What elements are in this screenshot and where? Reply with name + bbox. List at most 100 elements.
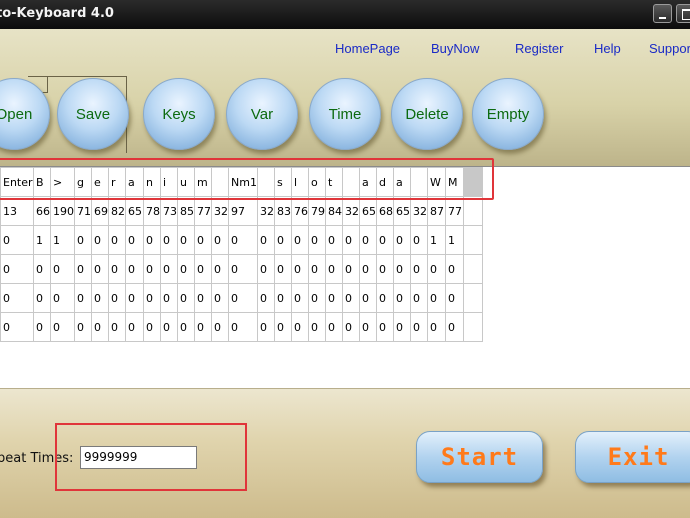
grid-cell[interactable]: 0	[273, 283, 292, 313]
grid-cell[interactable]: 1	[33, 225, 51, 255]
grid-cell[interactable]: 0	[409, 254, 428, 284]
grid-cell[interactable]: 0	[341, 225, 360, 255]
grid-cell[interactable]: 0	[194, 225, 212, 255]
grid-cell[interactable]: 0	[160, 312, 178, 342]
grid-cell[interactable]: 65	[392, 196, 411, 226]
grid-cell[interactable]: 0	[256, 254, 275, 284]
grid-cell[interactable]: 0	[290, 283, 309, 313]
grid-cell[interactable]: 77	[444, 196, 464, 226]
nav-link-help[interactable]: Help	[594, 41, 621, 56]
grid-cell[interactable]: 65	[358, 196, 377, 226]
grid-cell[interactable]: 0	[307, 225, 326, 255]
exit-button[interactable]: Exit	[575, 431, 690, 483]
grid-cell[interactable]: 0	[426, 254, 446, 284]
grid-cell[interactable]: 0	[228, 283, 258, 313]
keys-button[interactable]: Keys	[143, 78, 215, 150]
grid-cell[interactable]: 0	[125, 225, 144, 255]
grid-cell[interactable]: 0	[392, 254, 411, 284]
grid-cell[interactable]: 32	[211, 196, 229, 226]
grid-cell[interactable]: 0	[211, 283, 229, 313]
grid-cell[interactable]: 0	[324, 254, 343, 284]
grid-cell[interactable]: 87	[426, 196, 446, 226]
grid-cell[interactable]: 0	[125, 254, 144, 284]
grid-cell[interactable]: 0	[228, 225, 258, 255]
grid-cell[interactable]: 0	[409, 225, 428, 255]
grid-cell[interactable]: 32	[256, 196, 275, 226]
time-button[interactable]: Time	[309, 78, 381, 150]
grid-cell[interactable]: 0	[0, 283, 34, 313]
grid-cell[interactable]: 0	[108, 283, 126, 313]
grid-cell[interactable]: 0	[375, 312, 394, 342]
nav-link-buynow[interactable]: BuyNow	[431, 41, 479, 56]
grid-cell[interactable]: 0	[50, 312, 75, 342]
grid-cell[interactable]: 0	[194, 254, 212, 284]
grid-cell[interactable]: 0	[409, 283, 428, 313]
grid-cell[interactable]: 0	[143, 283, 161, 313]
grid-cell[interactable]: 0	[358, 225, 377, 255]
grid-cell[interactable]: 0	[273, 225, 292, 255]
grid-cell[interactable]: 0	[256, 312, 275, 342]
grid-cell[interactable]: 0	[177, 312, 195, 342]
table-row[interactable]: 13 66 190 71 69 82 65 78 73 85 77 32 97 32 83 76 79 84 32 6…	[0, 196, 483, 226]
grid-cell[interactable]: 0	[341, 312, 360, 342]
grid-cell[interactable]: 71	[74, 196, 92, 226]
grid-cell[interactable]: 69	[91, 196, 109, 226]
grid-cell[interactable]: 0	[444, 283, 464, 313]
grid-cell[interactable]: 0	[358, 312, 377, 342]
grid-cell[interactable]: 0	[341, 254, 360, 284]
table-row[interactable]: 0110000000000000000000011	[0, 225, 483, 255]
key-grid[interactable]: Enter B > g e r a n i u m Nm1 s l o t a d a W M 13 66 190 71 69 82…	[0, 158, 690, 388]
grid-cell[interactable]: 0	[74, 225, 92, 255]
grid-cell[interactable]: 78	[143, 196, 161, 226]
grid-cell[interactable]: 0	[0, 225, 34, 255]
grid-cell[interactable]: 0	[143, 312, 161, 342]
grid-cell[interactable]: 0	[91, 225, 109, 255]
grid-cell[interactable]: 0	[375, 254, 394, 284]
grid-cell[interactable]: 0	[194, 312, 212, 342]
grid-cell[interactable]: 0	[211, 254, 229, 284]
grid-cell[interactable]: 77	[194, 196, 212, 226]
grid-cell[interactable]: 0	[160, 225, 178, 255]
grid-cell[interactable]: 0	[324, 283, 343, 313]
grid-cell[interactable]: 1	[50, 225, 75, 255]
nav-link-support[interactable]: Support	[649, 41, 690, 56]
grid-cell[interactable]: 0	[392, 225, 411, 255]
grid-cell[interactable]: 0	[33, 283, 51, 313]
grid-cell[interactable]: 97	[228, 196, 258, 226]
grid-cell[interactable]: 0	[307, 283, 326, 313]
grid-cell[interactable]: 0	[108, 225, 126, 255]
grid-cell[interactable]: 84	[324, 196, 343, 226]
grid-cell[interactable]: 0	[409, 312, 428, 342]
grid-cell[interactable]: 0	[143, 254, 161, 284]
minimize-icon[interactable]	[653, 4, 672, 23]
grid-cell[interactable]: 0	[375, 283, 394, 313]
grid-cell[interactable]: 0	[290, 225, 309, 255]
grid-cell[interactable]: 1	[444, 225, 464, 255]
grid-cell[interactable]: 0	[307, 312, 326, 342]
grid-cell[interactable]: 13	[0, 196, 34, 226]
grid-cell[interactable]: 68	[375, 196, 394, 226]
table-row[interactable]: 0000000000000000000000000	[0, 254, 483, 284]
grid-cell[interactable]: 0	[290, 254, 309, 284]
grid-cell[interactable]: 0	[74, 312, 92, 342]
grid-cell[interactable]: 0	[426, 312, 446, 342]
grid-cell[interactable]: 0	[91, 283, 109, 313]
grid-cell[interactable]: 0	[375, 225, 394, 255]
grid-cell[interactable]: 0	[341, 283, 360, 313]
grid-cell[interactable]: 0	[0, 312, 34, 342]
grid-cell[interactable]: 0	[108, 254, 126, 284]
grid-cell[interactable]: 0	[125, 283, 144, 313]
grid-cell[interactable]: 0	[290, 312, 309, 342]
grid-cell[interactable]: 0	[211, 312, 229, 342]
table-row[interactable]: 0000000000000000000000000	[0, 283, 483, 313]
grid-cell[interactable]: 85	[177, 196, 195, 226]
delete-button[interactable]: Delete	[391, 78, 463, 150]
grid-cell[interactable]: 0	[177, 283, 195, 313]
nav-link-register[interactable]: Register	[515, 41, 563, 56]
grid-cell[interactable]: 0	[392, 283, 411, 313]
empty-button[interactable]: Empty	[472, 78, 544, 150]
table-row[interactable]: 0000000000000000000000000	[0, 312, 483, 342]
grid-cell[interactable]: 79	[307, 196, 326, 226]
var-button[interactable]: Var	[226, 78, 298, 150]
grid-cell[interactable]: 0	[358, 254, 377, 284]
